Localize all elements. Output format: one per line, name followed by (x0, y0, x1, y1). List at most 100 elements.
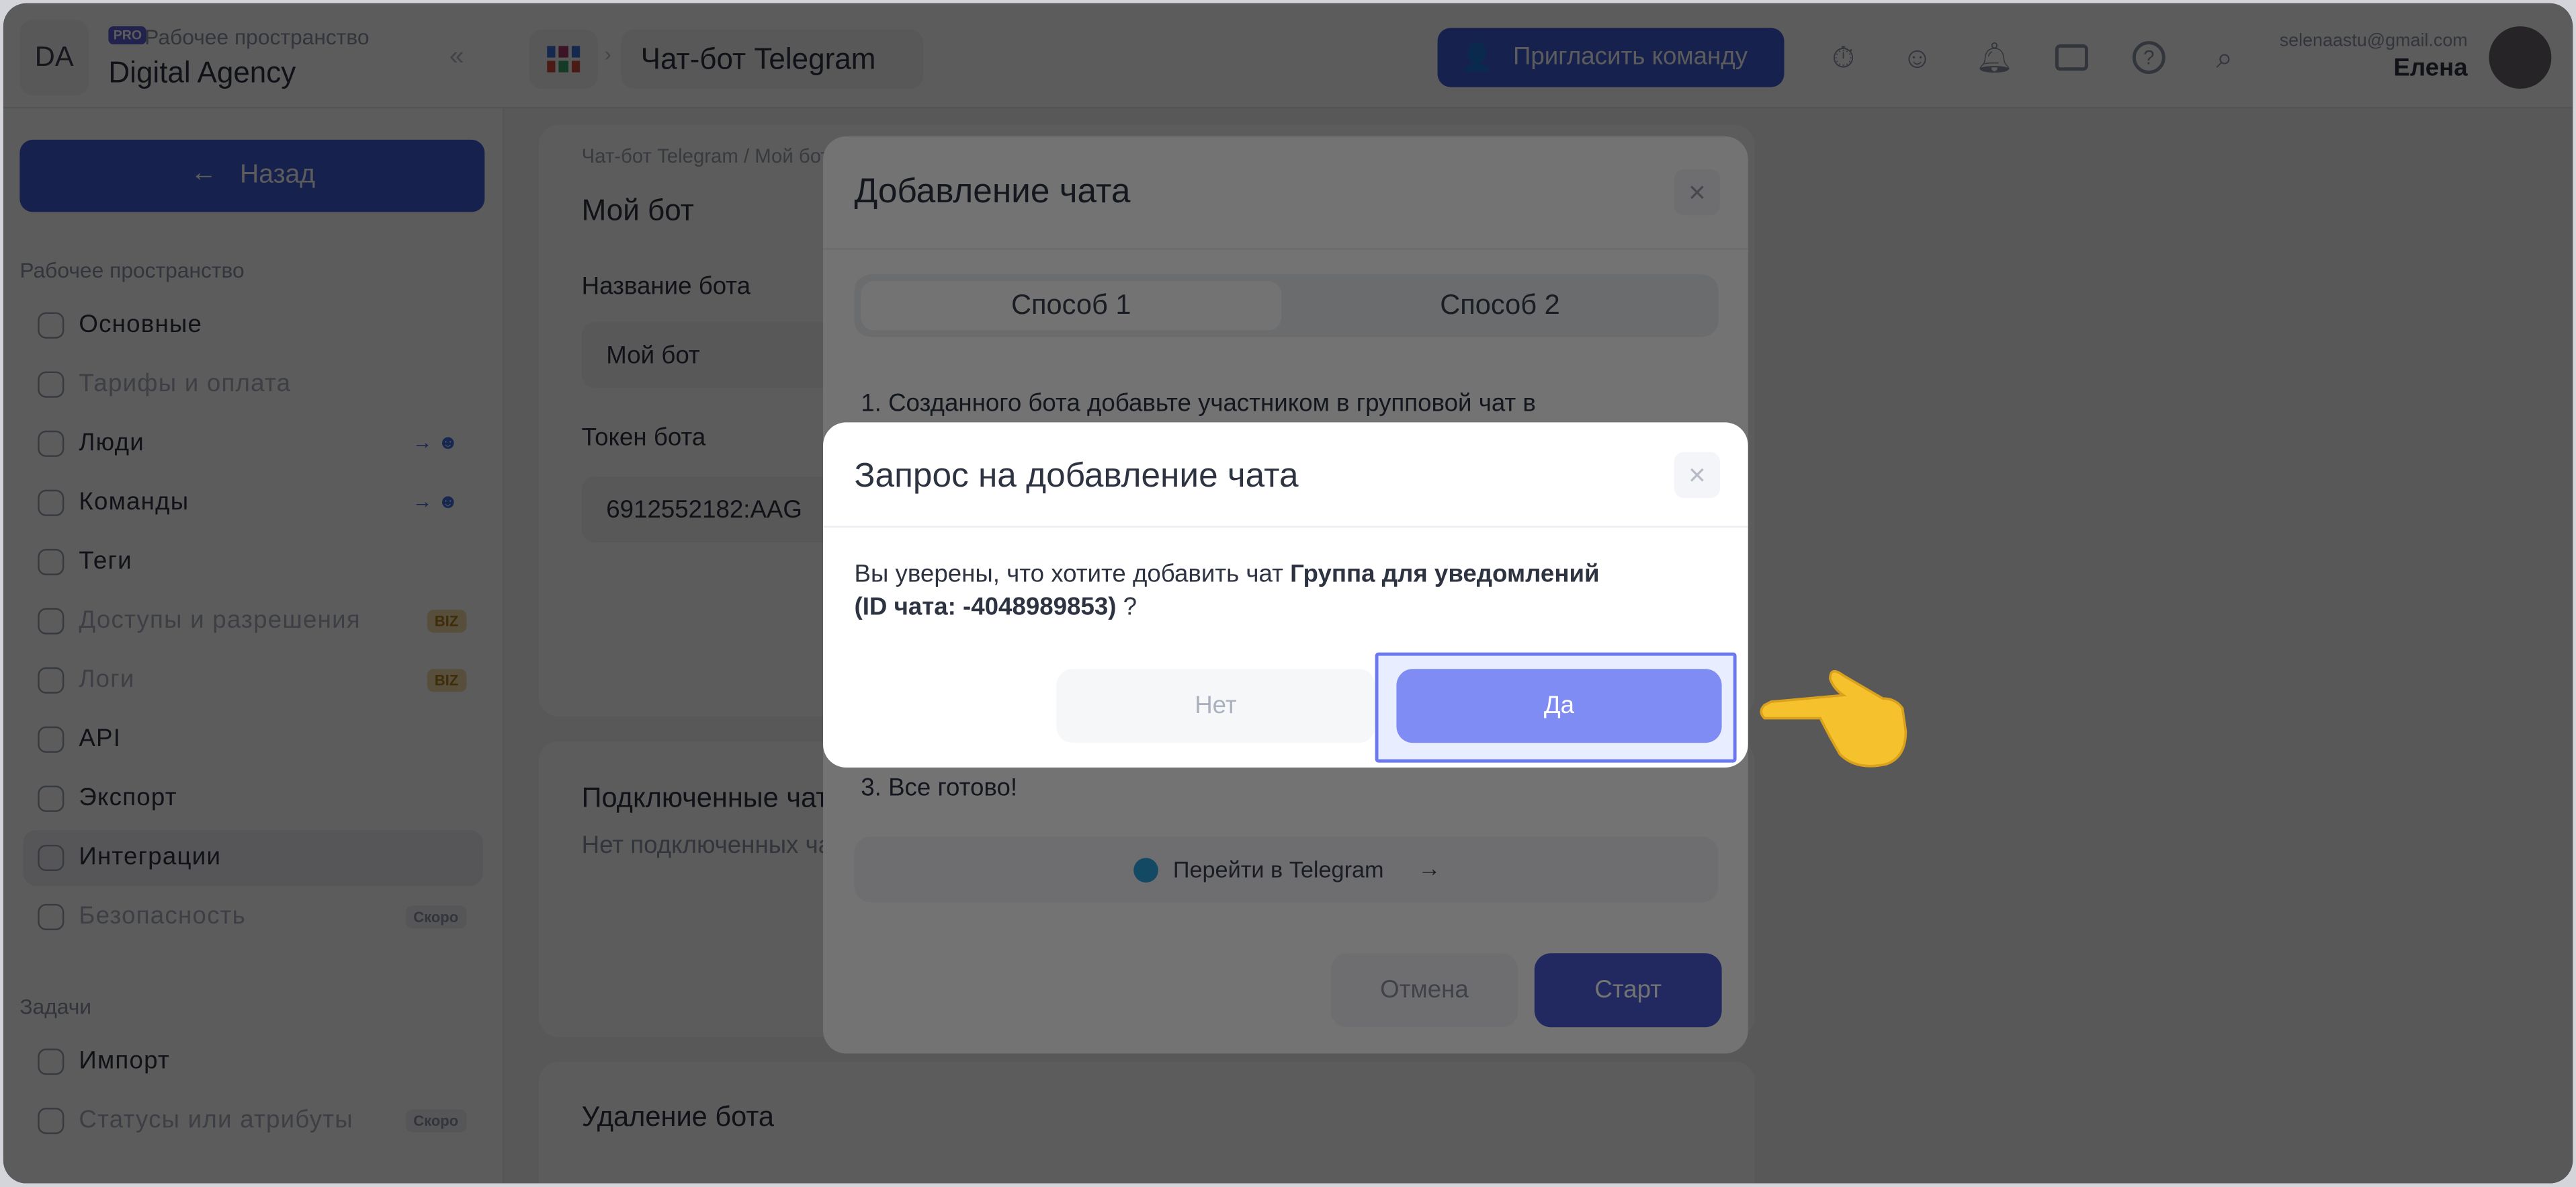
team-link-icon[interactable]: → ☻ (404, 427, 467, 457)
workspace-avatar[interactable]: DA (19, 19, 89, 95)
sidebar-item-icon (38, 430, 65, 457)
divider (823, 526, 1748, 528)
sidebar-item[interactable]: Логи BIZ (23, 653, 483, 708)
apps-grid-icon (547, 46, 581, 73)
sidebar-item-icon (38, 785, 65, 812)
tab-method-1[interactable]: Способ 1 (861, 281, 1282, 331)
workspace-name[interactable]: Digital Agency (108, 56, 296, 90)
sidebar-item-badge: Скоро (405, 1109, 467, 1133)
section-tasks: Задачи (19, 994, 92, 1020)
token-label: Токен бота (581, 423, 706, 452)
telegram-link-label: Перейти в Telegram (1172, 856, 1384, 883)
workspace-label: Рабочее пространство (144, 24, 370, 50)
invite-team-button[interactable]: 👤 Пригласить команду (1437, 28, 1785, 87)
message-text: Вы уверены, что хотите добавить чат (854, 560, 1291, 589)
sidebar-item[interactable]: Импорт (23, 1034, 483, 1090)
collapse-sidebar-icon[interactable]: « (443, 43, 470, 73)
sidebar-item-label: Логи (79, 665, 135, 694)
chat-id: (ID чата: -4048989853) (854, 593, 1117, 622)
sidebar-item-icon (38, 489, 65, 516)
sidebar-item[interactable]: Экспорт (23, 771, 483, 827)
sidebar-item-icon (38, 726, 65, 753)
add-chat-title: Добавление чата (854, 172, 1131, 210)
sidebar-item[interactable]: Команды → ☻ (23, 475, 483, 531)
apps-grid-button[interactable] (529, 30, 599, 89)
bell-icon[interactable]: 🔔︎ (1976, 40, 2014, 76)
sidebar-item-icon (38, 608, 65, 635)
bot-token-value: 6912552182:AAG (606, 496, 802, 525)
message-suffix: ? (1116, 593, 1137, 622)
breadcrumb-chevron-icon: › (604, 42, 611, 66)
sidebar-item-badge: Скоро (405, 905, 467, 929)
divider (823, 248, 1748, 250)
avatar[interactable] (2489, 26, 2552, 89)
sidebar-item-badge: BIZ (426, 669, 467, 692)
sidebar-item-label: Импорт (79, 1047, 170, 1075)
name-label: Название бота (581, 272, 751, 301)
close-icon[interactable]: × (1674, 452, 1721, 498)
section-workspace: Рабочее пространство (19, 257, 245, 283)
no-button[interactable]: Нет (1056, 669, 1375, 743)
breadcrumb-title: Чат-бот Telegram (640, 42, 876, 76)
sidebar-item-label: Команды (79, 488, 189, 516)
sidebar: ← Назад Рабочее пространство Основные Тар… (3, 108, 505, 1184)
step-1-text: 1. Созданного бота добавьте участником в… (861, 389, 1536, 418)
tab-method-2[interactable]: Способ 2 (1288, 281, 1712, 330)
sidebar-item[interactable]: Теги (23, 534, 483, 590)
sidebar-item-label: Статусы или атрибуты (79, 1106, 353, 1135)
chat-name: Группа для уведомлений (1290, 560, 1600, 589)
pointing-hand-icon (1760, 669, 1907, 768)
sidebar-item[interactable]: Тарифы и оплата (23, 357, 483, 413)
user-email: selenaastu@gmail.com (2279, 31, 2468, 51)
method-tabs: Способ 1 Способ 2 (854, 274, 1719, 337)
sidebar-item-icon (38, 1049, 65, 1075)
page-title: Мой бот (581, 194, 694, 227)
folder-icon[interactable] (2054, 40, 2090, 76)
search-icon[interactable]: ⌕ (2206, 40, 2243, 76)
sidebar-item-icon (38, 548, 65, 575)
confirm-message: Вы уверены, что хотите добавить чат Груп… (855, 559, 1709, 624)
sidebar-item-icon (38, 371, 65, 398)
sidebar-item-label: Доступы и разрешения (79, 606, 361, 635)
top-bar: DA PRO Рабочее пространство Digital Agen… (3, 3, 2573, 109)
start-button[interactable]: Старт (1534, 953, 1722, 1028)
sidebar-item[interactable]: Статусы или атрибуты Скоро (23, 1093, 483, 1149)
arrow-right-icon: → (1418, 854, 1441, 881)
sidebar-item[interactable]: Основные (23, 298, 483, 354)
team-link-icon[interactable]: → ☻ (404, 487, 467, 516)
telegram-icon (1133, 858, 1158, 883)
sidebar-item[interactable]: Безопасность Скоро (23, 889, 483, 945)
go-to-telegram-button[interactable]: Перейти в Telegram → (854, 836, 1719, 903)
cancel-button[interactable]: Отмена (1330, 953, 1518, 1028)
step-3-text: 3. Все готово! (861, 774, 1018, 803)
back-button[interactable]: ← Назад (19, 139, 485, 212)
connected-chats-title: Подключенные чаты (581, 782, 849, 814)
sidebar-item-label: Экспорт (79, 784, 177, 812)
sidebar-item-label: Безопасность (79, 902, 247, 930)
sidebar-item-icon (38, 312, 65, 339)
sidebar-item[interactable]: Доступы и разрешения BIZ (23, 594, 483, 649)
add-user-icon: 👤 (1460, 44, 1494, 73)
team-icon[interactable]: ☺ (1899, 40, 1936, 76)
yes-button[interactable]: Да (1396, 669, 1722, 743)
app-window: DA PRO Рабочее пространство Digital Agen… (3, 3, 2573, 1184)
sidebar-item-label: API (79, 725, 122, 753)
sidebar-item[interactable]: Люди → ☻ (23, 416, 483, 472)
confirm-modal: Запрос на добавление чата × Вы уверены, … (823, 422, 1748, 768)
plan-badge: PRO (108, 26, 147, 45)
sidebar-item-label: Интеграции (79, 843, 222, 871)
sidebar-item-icon (38, 903, 65, 930)
help-icon[interactable]: ? (2131, 40, 2167, 76)
arrow-left-icon: ← (190, 159, 217, 188)
sidebar-item-label: Теги (79, 547, 132, 575)
breadcrumb-current[interactable]: Чат-бот Telegram (621, 30, 924, 89)
sidebar-item[interactable]: Интеграции (23, 829, 483, 886)
back-label: Назад (239, 161, 316, 190)
sidebar-item[interactable]: API (23, 712, 483, 768)
sidebar-item-icon (38, 1108, 65, 1135)
page-breadcrumb[interactable]: Чат-бот Telegram / Мой бот (582, 145, 830, 167)
sidebar-item-icon (38, 844, 65, 871)
close-icon[interactable]: × (1674, 169, 1721, 216)
user-name: Елена (2393, 54, 2468, 83)
timer-icon[interactable]: ⏱ (1826, 40, 1862, 76)
